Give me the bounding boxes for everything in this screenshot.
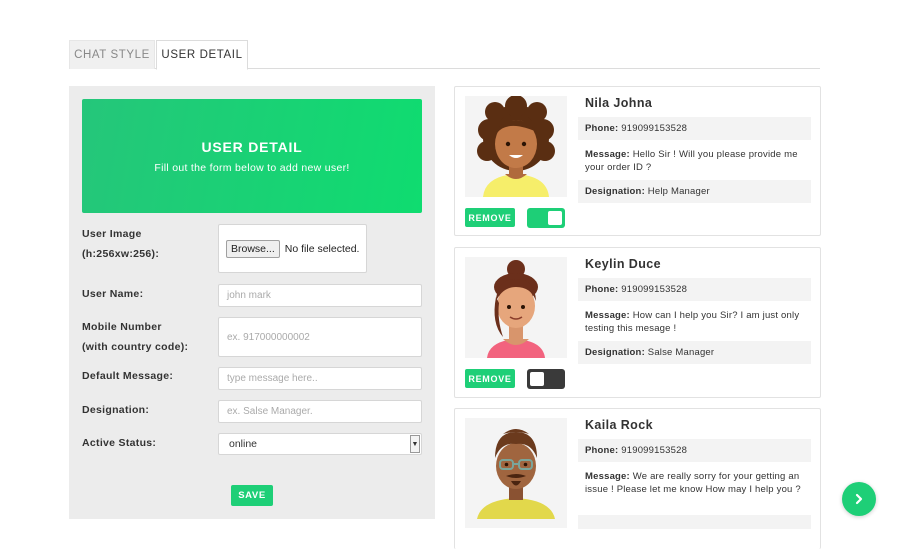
user-card: Kaila Rock Phone: 919099153528 Message: … (454, 408, 821, 549)
active-status-label: Active Status: (82, 437, 157, 449)
user-card: Nila Johna Phone: 919099153528 Message: … (454, 86, 821, 236)
save-button[interactable]: SAVE (231, 485, 273, 506)
toggle-knob (530, 372, 544, 386)
tab-bar: CHAT STYLE USER DETAIL (69, 40, 820, 70)
user-name: Kaila Rock (585, 418, 653, 432)
user-message: Message: We are really sorry for your ge… (585, 471, 801, 495)
active-toggle[interactable] (527, 369, 565, 389)
user-message: Message: Hello Sir ! Will you please pro… (585, 149, 798, 173)
user-phone: Phone: 919099153528 (578, 278, 811, 301)
user-message: Message: How can I help you Sir? I am ju… (585, 310, 800, 334)
user-image-label: User Image (h:256xw:256): (82, 228, 160, 260)
default-message-label: Default Message: (82, 370, 174, 382)
active-toggle[interactable] (527, 208, 565, 228)
user-name: Nila Johna (585, 96, 653, 110)
user-name: Keylin Duce (585, 257, 661, 271)
remove-button[interactable]: REMOVE (465, 208, 515, 227)
avatar (465, 418, 567, 528)
user-designation (578, 515, 811, 529)
user-phone: Phone: 919099153528 (578, 117, 811, 140)
next-button[interactable] (842, 482, 876, 516)
avatar (465, 96, 567, 197)
user-name-label: User Name: (82, 288, 144, 300)
designation-input[interactable]: ex. Salse Manager. (218, 400, 422, 423)
banner-subtitle: Fill out the form below to add new user! (154, 162, 350, 174)
active-status-select[interactable]: online ▼ (218, 433, 422, 455)
user-card: Keylin Duce Phone: 919099153528 Message:… (454, 247, 821, 398)
add-user-form: USER DETAIL Fill out the form below to a… (69, 86, 435, 519)
avatar-bun-hair-woman-icon (465, 257, 567, 358)
user-image-file-input[interactable]: Browse... No file selected. (218, 224, 367, 273)
browse-button[interactable]: Browse... (226, 239, 280, 258)
user-phone: Phone: 919099153528 (578, 439, 811, 462)
avatar (465, 257, 567, 358)
user-name-input[interactable]: john mark (218, 284, 422, 307)
toggle-knob (548, 211, 562, 225)
mobile-number-label: Mobile Number (with country code): (82, 321, 189, 353)
chevron-right-icon (855, 493, 863, 505)
tab-chat-style[interactable]: CHAT STYLE (69, 40, 155, 69)
default-message-input[interactable]: type message here.. (218, 367, 422, 390)
form-banner: USER DETAIL Fill out the form below to a… (82, 99, 422, 213)
designation-label: Designation: (82, 404, 150, 416)
user-designation: Designation: Help Manager (578, 180, 811, 203)
avatar-glasses-man-icon (465, 418, 567, 519)
no-file-text: No file selected. (284, 242, 360, 255)
user-designation: Designation: Salse Manager (578, 341, 811, 364)
banner-title: USER DETAIL (201, 139, 303, 155)
remove-button[interactable]: REMOVE (465, 369, 515, 388)
chevron-down-icon[interactable]: ▼ (410, 435, 420, 453)
mobile-number-input[interactable]: ex. 917000000002 (218, 317, 422, 357)
avatar-curly-hair-woman-icon (465, 96, 567, 197)
tab-user-detail[interactable]: USER DETAIL (156, 40, 248, 70)
